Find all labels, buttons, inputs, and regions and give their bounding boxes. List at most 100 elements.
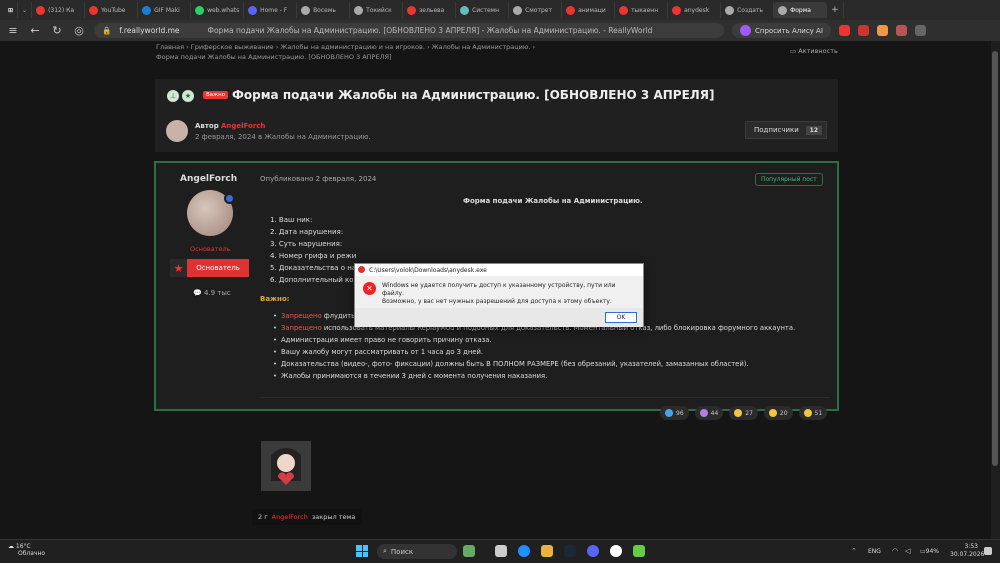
browser-tab[interactable]: Home - F: [244, 2, 298, 18]
taskbar-search[interactable]: ⌕ Поиск: [377, 544, 457, 559]
error-icon: ✕: [363, 282, 376, 295]
widgets-icon[interactable]: [463, 545, 475, 557]
error-small-icon: [358, 266, 365, 273]
page-title-text: Форма подачи Жалобы на Администрацию. [О…: [207, 26, 653, 35]
browser-tab[interactable]: Форма: [774, 2, 828, 18]
url-text: f.reallyworld.me: [119, 26, 180, 35]
steam-icon[interactable]: [564, 545, 576, 557]
important-badge: Важно: [203, 91, 229, 99]
notifications-icon[interactable]: [984, 547, 992, 555]
tab-favicon-icon: [672, 5, 682, 15]
back-icon[interactable]: ←: [28, 24, 42, 37]
subscribers-button[interactable]: Подписчики 12: [745, 121, 827, 139]
tab-label: Восемь: [313, 6, 336, 14]
new-tab-button[interactable]: +: [827, 2, 844, 18]
menu-icon[interactable]: ≡: [6, 24, 20, 37]
address-bar: ≡ ← ↻ ◎ 🔒 f.reallyworld.me Форма подачи …: [0, 20, 1000, 41]
shield-icon[interactable]: ◎: [72, 24, 86, 37]
downloads-icon[interactable]: [914, 25, 926, 36]
closed-time: 2 г: [258, 513, 268, 521]
form-field-line: 1. Ваш ник:: [270, 216, 313, 224]
tab-favicon-icon: [407, 5, 417, 15]
form-field-line: 3. Суть нарушения:: [270, 240, 343, 248]
browser-tab[interactable]: зельева: [403, 2, 457, 18]
browser-tab[interactable]: Восемь: [297, 2, 351, 18]
extension-icon[interactable]: [895, 25, 907, 36]
extension-icon[interactable]: [876, 25, 888, 36]
wifi-icon[interactable]: ◠: [892, 547, 898, 555]
browser-tab[interactable]: anydesk: [668, 2, 722, 18]
battery-indicator[interactable]: ▭94%: [920, 548, 939, 555]
post-date[interactable]: Опубликовано 2 февраля, 2024: [260, 175, 376, 183]
reaction-count: 51: [814, 409, 823, 417]
reaction-button[interactable]: 96: [660, 406, 689, 420]
windows-start-icon[interactable]: [356, 545, 368, 557]
browser-tab[interactable]: Системн: [456, 2, 510, 18]
alice-button[interactable]: Спросить Алису AI: [732, 23, 831, 38]
browser-tab[interactable]: Создать: [721, 2, 775, 18]
rule-item: Вашу жалобу могут рассматривать от 1 час…: [273, 348, 483, 356]
closed-by-user[interactable]: AngelForch: [272, 513, 308, 521]
clock[interactable]: 3:53 30.07.2026: [950, 543, 984, 559]
breadcrumb-links[interactable]: Главная › Гриферское выживание › Жалобы …: [156, 42, 535, 52]
browser-tab[interactable]: YouTube: [85, 2, 139, 18]
tab-favicon-icon: [566, 5, 576, 15]
edge-icon[interactable]: [518, 545, 530, 557]
tab-label: YouTube: [101, 6, 126, 14]
tab-label: GIF Maki: [154, 6, 180, 14]
tab-favicon-icon: [248, 5, 258, 15]
reaction-count: 20: [779, 409, 788, 417]
tab-list-chevron[interactable]: ⌄: [18, 2, 33, 18]
search-icon: ⌕: [383, 547, 387, 555]
discord-icon[interactable]: [587, 545, 599, 557]
minecraft-icon[interactable]: [633, 545, 645, 557]
browser-tab[interactable]: (312) Ка: [32, 2, 86, 18]
rule-emphasis: Запрещено: [281, 312, 322, 320]
refresh-icon[interactable]: ↻: [50, 24, 64, 37]
post-username[interactable]: AngelForch: [180, 174, 237, 184]
subscribers-label: Подписчики: [754, 126, 799, 134]
reaction-button[interactable]: 51: [798, 406, 828, 420]
ok-button[interactable]: OK: [605, 312, 637, 323]
weather-widget[interactable]: ☁ 16°C Облачно: [8, 543, 45, 557]
volume-icon[interactable]: ◁: [905, 547, 910, 555]
tab-strip: ⊞ ⌄ (312) Ка YouTube GIF Maki web.whats Home…: [0, 0, 1000, 20]
tab-label: анимаци: [578, 6, 606, 14]
dialog-message-line: Возможно, у вас нет нужных разрешений дл…: [382, 298, 612, 305]
rank-badge-icon: [224, 193, 235, 204]
cloud-icon: ☁: [8, 543, 16, 550]
rule-text: Доказательства (видео-, фото- фиксации) …: [281, 360, 749, 368]
tab-label: Форма: [790, 6, 811, 14]
extension-icon[interactable]: [857, 25, 869, 36]
reaction-button[interactable]: 44: [694, 406, 724, 420]
lock-icon: 🔒: [102, 26, 112, 35]
reaction-button[interactable]: 20: [763, 406, 793, 420]
language-indicator[interactable]: ENG: [868, 548, 881, 555]
yandex-browser-icon[interactable]: [610, 545, 622, 557]
browser-tab[interactable]: Смотрет: [509, 2, 563, 18]
browser-tab[interactable]: Токийск: [350, 2, 404, 18]
tab-menu-button[interactable]: ⊞: [4, 2, 19, 18]
clock-time: 3:53: [964, 543, 978, 550]
tab-favicon-icon: [89, 5, 99, 15]
tab-label: Системн: [472, 6, 500, 14]
author-link[interactable]: AngelForch: [221, 122, 265, 130]
reaction-button[interactable]: 27: [729, 406, 758, 420]
pin-icon: ⊥: [167, 90, 179, 102]
file-explorer-icon[interactable]: [541, 545, 553, 557]
important-heading: Важно:: [260, 295, 290, 303]
error-dialog: C:\Users\volok\Downloads\anydesk.exe ✕ W…: [354, 263, 644, 327]
browser-tab[interactable]: GIF Maki: [138, 2, 192, 18]
browser-tab[interactable]: тыкаенн: [615, 2, 669, 18]
task-view-icon[interactable]: [495, 545, 507, 557]
adblock-extension-icon[interactable]: [838, 25, 850, 36]
browser-tab[interactable]: анимаци: [562, 2, 616, 18]
author-avatar[interactable]: [166, 120, 188, 142]
breadcrumb-current: Форма подачи Жалобы на Администрацию. [О…: [156, 53, 392, 61]
url-field[interactable]: 🔒 f.reallyworld.me Форма подачи Жалобы н…: [94, 23, 724, 38]
tray-chevron-icon[interactable]: ⌃: [851, 547, 857, 555]
taskbar: ☁ 16°C Облачно ⌕ Поиск ⌃ ENG ◠ ◁ ▭94% 3:5…: [0, 539, 1000, 563]
page-scrollbar-thumb[interactable]: [992, 51, 998, 466]
activity-link[interactable]: ▭ Активность: [790, 47, 838, 55]
browser-tab[interactable]: web.whats: [191, 2, 245, 18]
